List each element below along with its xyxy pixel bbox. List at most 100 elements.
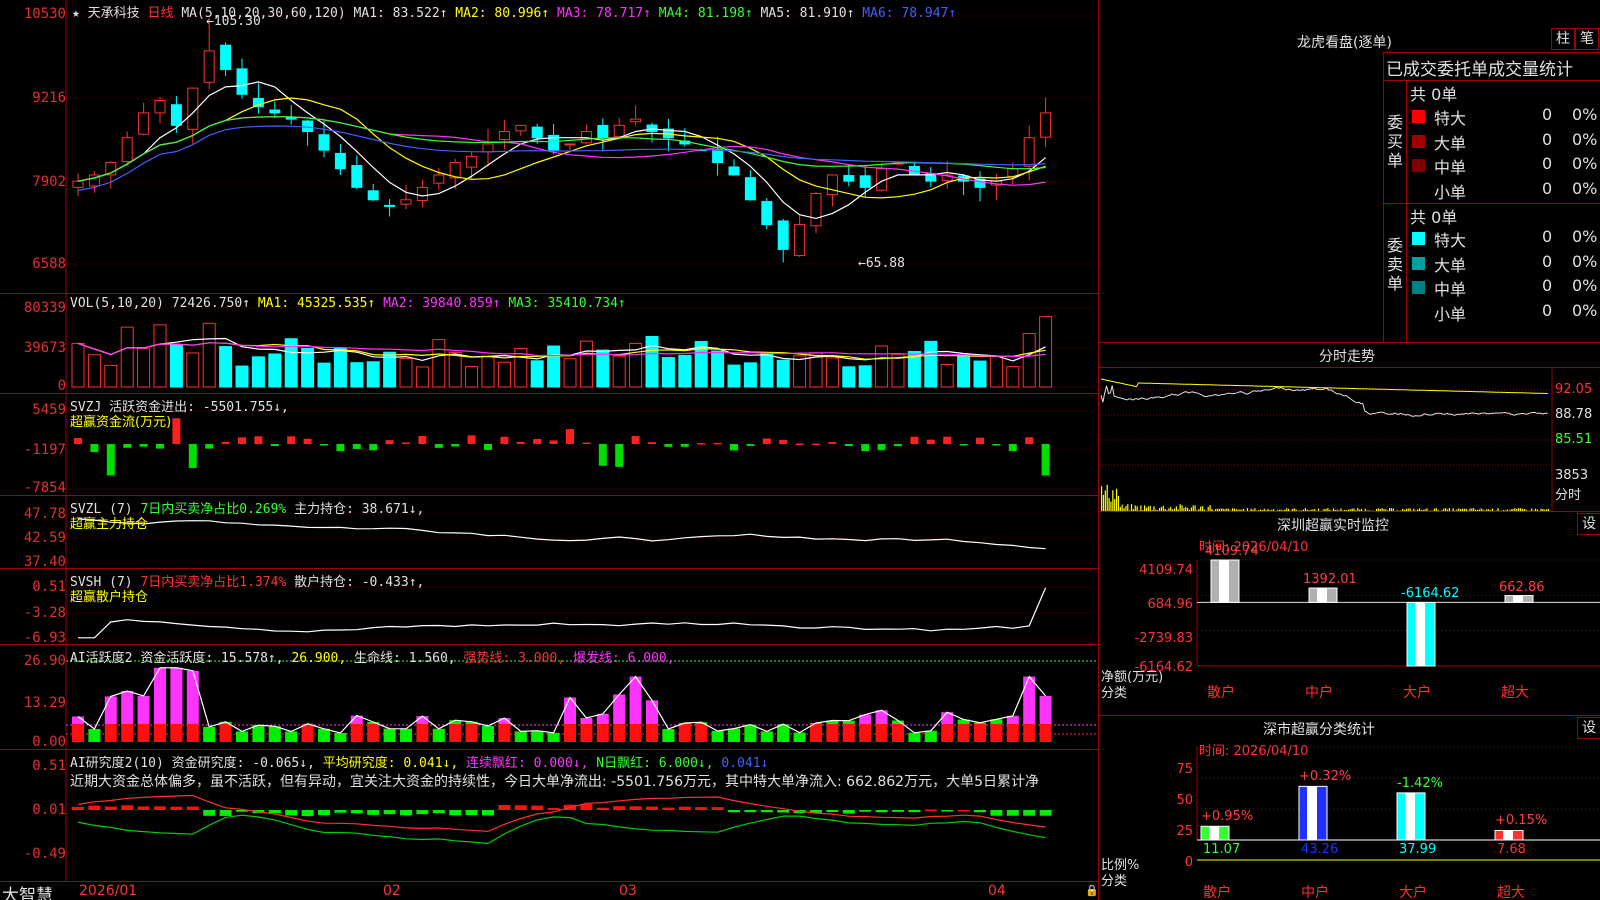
intraday-volume-bar — [1112, 490, 1114, 511]
intraday-chart[interactable] — [1099, 343, 1600, 511]
volume-panel[interactable]: VOL(5,10,20) 72426.750↑ MA1: 45325.535↑ … — [0, 294, 1098, 394]
class-category: 大户 — [1399, 885, 1427, 900]
intraday-volume-bar — [1407, 508, 1409, 511]
ai-activity-panel[interactable]: AI活跃度2 资金活跃度: 15.578↑, 26.900, 生命线: 1.56… — [0, 645, 1098, 750]
intraday-volume-bar — [1140, 505, 1142, 511]
class-change: -1.42% — [1397, 775, 1443, 791]
fund-flow-bar — [615, 444, 624, 467]
research-bar — [268, 810, 281, 814]
activity-bar — [154, 667, 166, 724]
activity-base-bar — [186, 724, 199, 742]
kline-y-label: 6588 — [32, 256, 66, 272]
row-percent: 0% — [1572, 154, 1598, 173]
volume-bar — [924, 340, 938, 388]
research-bar — [514, 805, 527, 810]
intraday-volume-bar — [1360, 509, 1363, 511]
class-bar-chart — [1196, 746, 1600, 861]
fund-flow-bar — [549, 440, 558, 444]
ai-activity-header: AI活跃度2 资金活跃度: 15.578↑, 26.900, 生命线: 1.56… — [70, 647, 675, 666]
fund-flow-bar — [877, 444, 886, 451]
intraday-volume-bar — [1173, 508, 1176, 511]
intraday-volume-bar — [1445, 508, 1447, 511]
intraday-volume-bar — [1258, 510, 1260, 511]
intraday-volume-bar — [1536, 509, 1538, 511]
fund-flow-bar — [713, 442, 722, 445]
class-bar-highlight — [1405, 792, 1415, 840]
intraday-volume-bar — [1265, 510, 1267, 511]
intraday-volume-bar — [1353, 508, 1355, 511]
kline-panel[interactable]: ★ 天承科技 日线 MA(5,10,20,30,60,120) MA1: 83.… — [0, 0, 1098, 294]
fund-flow-bar — [844, 444, 853, 446]
color-swatch — [1412, 184, 1425, 197]
x-axis: 大智慧 2026/01 02 03 04 🔒 — [0, 881, 1099, 900]
candle — [646, 124, 658, 133]
sz-monitor-panel: 深圳超赢实时监控 设 时间: 2026/04/10 4109.74 684.96… — [1098, 512, 1600, 716]
volume-bar — [202, 322, 216, 388]
intraday-volume-bar — [1142, 510, 1144, 511]
fund-flow-bar — [828, 442, 837, 444]
bar-mode-button[interactable]: 柱 — [1551, 28, 1575, 50]
tick-mode-button[interactable]: 笔 — [1575, 28, 1599, 50]
row-name: 大单 — [1434, 133, 1467, 153]
fund-flow-bar — [910, 436, 919, 444]
ai-research-panel[interactable]: AI研究度2(10) 资金研究度: -0.065↓, 平均研究度: 0.041↓… — [0, 750, 1098, 881]
research-bar — [301, 810, 314, 817]
intraday-volume-bar — [1254, 508, 1256, 511]
candle — [302, 120, 314, 133]
intraday-volume-bar — [1383, 508, 1385, 511]
buy-side-label: 委买单 — [1387, 113, 1404, 170]
research-bar — [531, 805, 544, 810]
intraday-volume-bar — [1194, 505, 1196, 511]
fund-flow-bar — [697, 443, 706, 445]
intraday-volume-bar — [1127, 504, 1129, 511]
candle — [236, 68, 248, 95]
candle — [859, 175, 871, 188]
activity-bar — [318, 728, 330, 742]
sz-category: 超大 — [1501, 685, 1529, 701]
fund-flow-bar — [779, 439, 788, 444]
intraday-volume-bar — [1149, 505, 1151, 511]
candle — [515, 124, 527, 132]
kline-chart[interactable] — [0, 0, 1098, 293]
intraday-volume-bar — [1276, 510, 1278, 511]
intraday-volume-bar — [1130, 504, 1133, 511]
svsh-panel[interactable]: SVSH (7) 7日内买卖净占比1.374% 散户持仓: -0.433↑, 超… — [0, 569, 1098, 646]
svsh-text2: 散户持仓: -0.433↑, — [294, 575, 425, 590]
activity-base-bar — [580, 724, 593, 742]
candle — [400, 199, 412, 205]
research-bar — [875, 810, 888, 813]
candle — [597, 124, 609, 139]
volume-bar — [1039, 316, 1053, 388]
intraday-volume-bar — [1101, 486, 1103, 511]
class-change: +0.95% — [1201, 809, 1254, 825]
intraday-volume-bar — [1162, 505, 1164, 511]
candle — [433, 174, 445, 184]
intraday-volume-bar — [1175, 506, 1177, 511]
activity-bar — [908, 732, 921, 742]
intraday-volume-bar — [1340, 508, 1342, 511]
star-icon[interactable]: ★ — [72, 6, 80, 21]
intraday-volume-bar — [1233, 508, 1235, 511]
candle — [613, 124, 625, 138]
intraday-panel[interactable]: 分时走势 92.05 88.78 85.51 3853 分时 — [1098, 343, 1600, 512]
intraday-volume-bar — [1364, 508, 1366, 511]
intraday-volume-bar — [1396, 510, 1398, 511]
research-bar — [892, 810, 904, 812]
research-bar — [924, 809, 937, 812]
intraday-volume-bar — [1388, 508, 1391, 511]
color-swatch — [1412, 232, 1425, 245]
volume-bar — [268, 353, 282, 388]
svzl-subtitle: 超赢主力持仓 — [70, 517, 149, 532]
lock-icon[interactable]: 🔒 — [1085, 884, 1099, 897]
class-category: 散户 — [1203, 885, 1231, 900]
ai2-text1: 资金研究度: -0.065↓, — [171, 756, 315, 771]
activity-base-bar — [367, 724, 380, 742]
sz-class-panel: 深市超赢分类统计 设 时间: 2026/04/10 75 50 25 0 比例%… — [1098, 716, 1600, 900]
fund-flow-bar — [648, 442, 656, 444]
svsh-subtitle: 超赢散户持仓 — [70, 590, 149, 605]
svzj-panel[interactable]: SVZJ 活跃资金进出: -5501.755↓, 超赢资金流(万元) 5459 … — [0, 394, 1098, 496]
fund-flow-bar — [976, 437, 984, 444]
svzl-panel[interactable]: SVZL (7) 7日内买卖净占比0.269% 主力持仓: 38.671↓, 超… — [0, 496, 1098, 570]
period-label[interactable]: 日线 — [148, 6, 174, 21]
fund-flow-bar — [762, 438, 771, 444]
